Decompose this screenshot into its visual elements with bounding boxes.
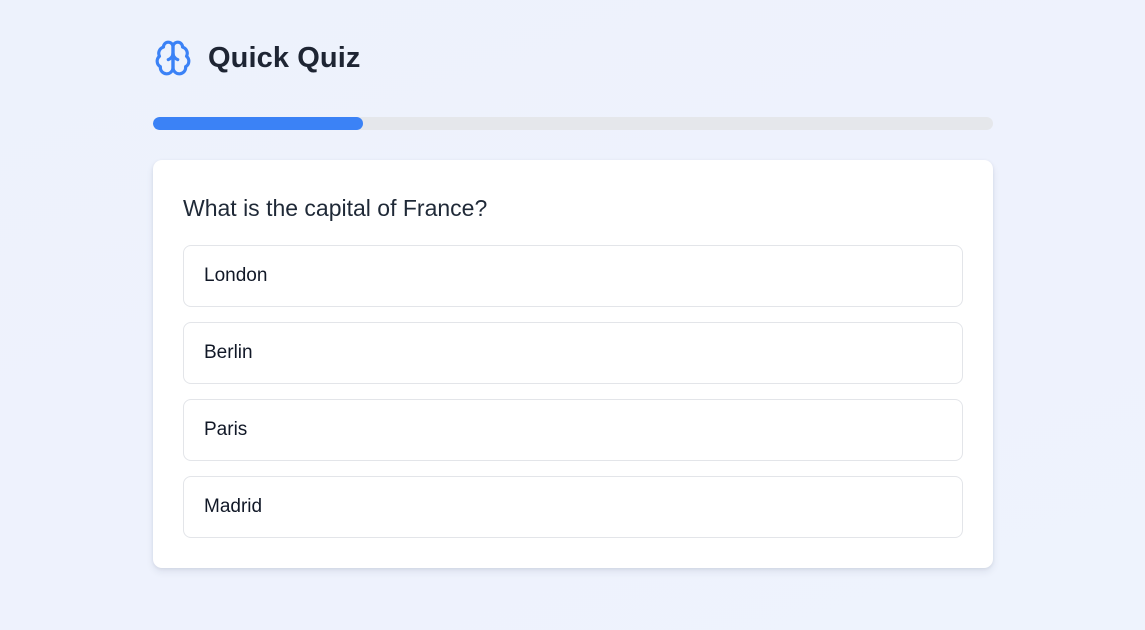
- header: Quick Quiz: [153, 38, 360, 78]
- answer-option-label: London: [204, 265, 268, 286]
- progress-fill: [153, 117, 363, 130]
- answer-option[interactable]: Paris: [183, 399, 963, 461]
- page-title: Quick Quiz: [208, 41, 361, 74]
- answer-option[interactable]: Berlin: [183, 322, 963, 384]
- progress-bar: [153, 117, 993, 130]
- answer-options: London Berlin Paris Madrid: [183, 245, 963, 553]
- answer-option-label: Berlin: [204, 342, 253, 363]
- answer-option[interactable]: Madrid: [183, 476, 963, 538]
- answer-option[interactable]: London: [183, 245, 963, 307]
- brain-icon: [153, 38, 193, 78]
- answer-option-label: Paris: [204, 419, 248, 440]
- question-text: What is the capital of France?: [183, 195, 488, 221]
- question-card: What is the capital of France? London Be…: [153, 160, 993, 568]
- answer-option-label: Madrid: [204, 496, 263, 517]
